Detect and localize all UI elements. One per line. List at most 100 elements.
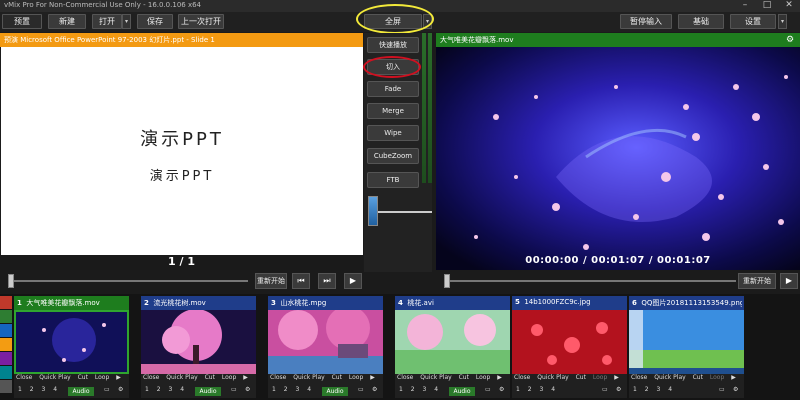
quick-play-input-button[interactable]: Quick Play bbox=[654, 374, 685, 381]
overlay-4-button[interactable]: 4 bbox=[668, 386, 672, 393]
overlay-3-button[interactable]: 3 bbox=[296, 386, 300, 393]
cut-input-button[interactable]: Cut bbox=[693, 374, 703, 381]
ftb-button[interactable]: FTB bbox=[367, 172, 419, 188]
maximize-button[interactable]: □ bbox=[756, 0, 778, 11]
preview-slide[interactable]: 演示PPT 演示PPT bbox=[1, 47, 363, 255]
input-tile-1[interactable]: 1 大气唯美花瓣飘落.mov Close Quick Play Cut Loop… bbox=[14, 296, 129, 400]
transition-merge-button[interactable]: Merge bbox=[367, 103, 419, 119]
more-arrow-icon[interactable]: ▶ bbox=[243, 374, 248, 381]
overlay-2-button[interactable]: 2 bbox=[30, 386, 34, 393]
fullscreen-dropdown-arrow[interactable]: ▾ bbox=[423, 14, 432, 29]
more-arrow-icon[interactable]: ▶ bbox=[731, 374, 736, 381]
preset-button[interactable]: 预置 bbox=[2, 14, 42, 29]
play-button[interactable]: ▶ bbox=[344, 273, 362, 289]
quick-play-button[interactable]: 快速播放 bbox=[367, 37, 419, 53]
basic-button[interactable]: 基础 bbox=[678, 14, 724, 29]
overlay-2-button[interactable]: 2 bbox=[284, 386, 288, 393]
monitor-icon[interactable]: ▭ bbox=[485, 386, 491, 393]
open-button[interactable]: 打开 bbox=[92, 14, 122, 29]
overlay-1-button[interactable]: 1 bbox=[145, 386, 149, 393]
loop-input-button[interactable]: Loop bbox=[710, 374, 724, 381]
close-input-button[interactable]: Close bbox=[631, 374, 647, 381]
overlay-1-button[interactable]: 1 bbox=[516, 386, 520, 393]
fullscreen-button[interactable]: 全屏 bbox=[364, 14, 422, 29]
input-thumbnail[interactable] bbox=[512, 310, 627, 374]
monitor-icon[interactable]: ▭ bbox=[602, 386, 608, 393]
overlay-3-button[interactable]: 3 bbox=[540, 386, 544, 393]
input-thumbnail[interactable] bbox=[14, 310, 129, 374]
overlay-2-button[interactable]: 2 bbox=[157, 386, 161, 393]
loop-input-button[interactable]: Loop bbox=[476, 374, 490, 381]
overlay-2-button[interactable]: 2 bbox=[645, 386, 649, 393]
overlay-3-button[interactable]: 3 bbox=[657, 386, 661, 393]
t-bar-handle[interactable] bbox=[368, 196, 378, 226]
rewind-button[interactable]: ⏮ bbox=[292, 273, 310, 289]
quick-play-input-button[interactable]: Quick Play bbox=[420, 374, 451, 381]
cut-input-button[interactable]: Cut bbox=[332, 374, 342, 381]
overlay-1-button[interactable]: 1 bbox=[399, 386, 403, 393]
transition-wipe-button[interactable]: Wipe bbox=[367, 125, 419, 141]
transition-fade-button[interactable]: Fade bbox=[367, 81, 419, 97]
more-arrow-icon[interactable]: ▶ bbox=[614, 374, 619, 381]
preview-restart-button[interactable]: 重新开始 bbox=[255, 273, 287, 289]
overlay-3-button[interactable]: 3 bbox=[42, 386, 46, 393]
gear-icon[interactable]: ⚙ bbox=[245, 386, 250, 393]
overlay-1-button[interactable]: 1 bbox=[633, 386, 637, 393]
close-window-button[interactable]: ✕ bbox=[778, 0, 800, 11]
color-tag-orange[interactable] bbox=[0, 338, 12, 351]
gear-icon[interactable]: ⚙ bbox=[499, 386, 504, 393]
loop-input-button[interactable]: Loop bbox=[222, 374, 236, 381]
quick-play-input-button[interactable]: Quick Play bbox=[39, 374, 70, 381]
settings-button[interactable]: 设置 bbox=[730, 14, 776, 29]
monitor-icon[interactable]: ▭ bbox=[719, 386, 725, 393]
open-dropdown-arrow[interactable]: ▾ bbox=[122, 14, 131, 29]
color-tag-green[interactable] bbox=[0, 310, 12, 323]
monitor-icon[interactable]: ▭ bbox=[104, 386, 110, 393]
output-restart-button[interactable]: 重新开始 bbox=[738, 273, 776, 289]
input-thumbnail[interactable] bbox=[141, 310, 256, 374]
input-thumbnail[interactable] bbox=[395, 310, 510, 374]
overlay-1-button[interactable]: 1 bbox=[18, 386, 22, 393]
cut-input-button[interactable]: Cut bbox=[78, 374, 88, 381]
close-input-button[interactable]: Close bbox=[143, 374, 159, 381]
preview-seek-thumb[interactable] bbox=[8, 274, 14, 288]
quick-play-input-button[interactable]: Quick Play bbox=[537, 374, 568, 381]
input-tile-6[interactable]: 6 QQ图片20181113153549.png Close Quick Pla… bbox=[629, 296, 747, 400]
loop-input-button[interactable]: Loop bbox=[95, 374, 109, 381]
color-tag-red[interactable] bbox=[0, 296, 12, 309]
cut-input-button[interactable]: Cut bbox=[459, 374, 469, 381]
last-open-button[interactable]: 上一次打开 bbox=[178, 14, 224, 29]
transition-cubezoom-button[interactable]: CubeZoom bbox=[367, 148, 419, 164]
more-arrow-icon[interactable]: ▶ bbox=[370, 374, 375, 381]
gear-icon[interactable]: ⚙ bbox=[118, 386, 123, 393]
audio-button[interactable]: Audio bbox=[322, 387, 348, 396]
overlay-4-button[interactable]: 4 bbox=[180, 386, 184, 393]
overlay-2-button[interactable]: 2 bbox=[528, 386, 532, 393]
monitor-icon[interactable]: ▭ bbox=[358, 386, 364, 393]
close-input-button[interactable]: Close bbox=[514, 374, 530, 381]
gear-icon[interactable]: ⚙ bbox=[786, 35, 794, 45]
minimize-button[interactable]: – bbox=[734, 0, 756, 11]
input-thumbnail[interactable] bbox=[268, 310, 383, 374]
overlay-4-button[interactable]: 4 bbox=[434, 386, 438, 393]
input-thumbnail[interactable] bbox=[629, 310, 744, 374]
input-tile-3[interactable]: 3 山水桃花.mpg Close Quick Play Cut Loop ▶ 1… bbox=[268, 296, 383, 400]
pause-input-button[interactable]: 暂停输入 bbox=[620, 14, 672, 29]
cut-button[interactable]: 切入 bbox=[367, 59, 419, 75]
close-input-button[interactable]: Close bbox=[397, 374, 413, 381]
settings-dropdown-arrow[interactable]: ▾ bbox=[778, 14, 787, 29]
save-button[interactable]: 保存 bbox=[137, 14, 173, 29]
loop-input-button[interactable]: Loop bbox=[349, 374, 363, 381]
overlay-1-button[interactable]: 1 bbox=[272, 386, 276, 393]
overlay-4-button[interactable]: 4 bbox=[551, 386, 555, 393]
quick-play-input-button[interactable]: Quick Play bbox=[166, 374, 197, 381]
cut-input-button[interactable]: Cut bbox=[576, 374, 586, 381]
monitor-icon[interactable]: ▭ bbox=[231, 386, 237, 393]
overlay-4-button[interactable]: 4 bbox=[53, 386, 57, 393]
audio-button[interactable]: Audio bbox=[449, 387, 475, 396]
audio-button[interactable]: Audio bbox=[195, 387, 221, 396]
input-tile-4[interactable]: 4 桃花.avi Close Quick Play Cut Loop ▶ 1 2… bbox=[395, 296, 510, 400]
input-tile-2[interactable]: 2 流光桃花树.mov Close Quick Play Cut Loop ▶ … bbox=[141, 296, 256, 400]
overlay-3-button[interactable]: 3 bbox=[423, 386, 427, 393]
input-tile-5[interactable]: 5 14b1000FZC9c.jpg Close Quick Play Cut … bbox=[512, 296, 627, 400]
